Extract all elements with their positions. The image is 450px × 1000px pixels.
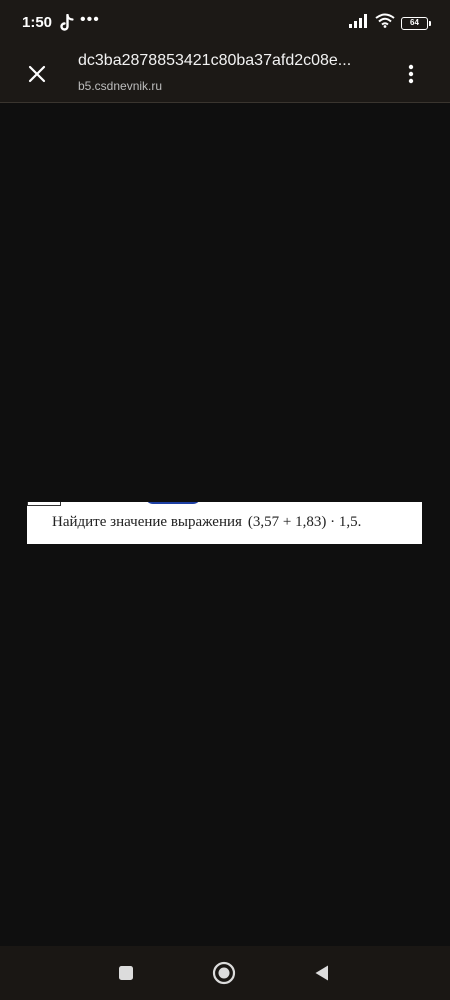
home-button[interactable] bbox=[211, 960, 237, 986]
back-button[interactable] bbox=[309, 960, 335, 986]
signal-icon bbox=[349, 13, 369, 33]
status-indicators: 64 bbox=[349, 13, 431, 33]
navigation-bar bbox=[0, 946, 450, 1000]
wifi-icon bbox=[375, 13, 395, 33]
cropped-box-fragment bbox=[27, 502, 61, 506]
close-icon bbox=[28, 65, 46, 83]
more-options-button[interactable] bbox=[396, 59, 426, 89]
problem-text: Найдите значение выражения bbox=[52, 514, 242, 530]
document-header: dc3ba2878853421c80ba37afd2c08e... b5.csd… bbox=[0, 46, 450, 103]
image-viewer[interactable]: Найдите значение выражения (3,57 + 1,83) … bbox=[0, 104, 450, 946]
problem-image[interactable]: Найдите значение выражения (3,57 + 1,83) … bbox=[27, 502, 422, 544]
notification-dots: ••• bbox=[80, 11, 100, 28]
battery-level: 64 bbox=[410, 18, 419, 27]
status-time: 1:50 bbox=[22, 14, 53, 31]
cropped-blue-fragment bbox=[145, 502, 201, 504]
status-bar: 1:50 ••• 64 bbox=[0, 0, 450, 46]
recents-button[interactable] bbox=[113, 960, 139, 986]
recents-square-icon bbox=[119, 966, 133, 980]
problem-statement: Найдите значение выражения (3,57 + 1,83) … bbox=[52, 514, 361, 531]
document-title: dc3ba2878853421c80ba37afd2c08e... bbox=[78, 52, 352, 69]
back-triangle-icon bbox=[315, 965, 328, 981]
close-button[interactable] bbox=[22, 59, 52, 89]
tiktok-icon bbox=[60, 13, 74, 32]
battery-icon: 64 bbox=[401, 16, 431, 30]
home-circle-icon bbox=[212, 961, 236, 985]
more-vert-icon bbox=[408, 64, 414, 84]
document-domain: b5.csdnevnik.ru bbox=[78, 79, 163, 93]
math-expression: (3,57 + 1,83) · 1,5. bbox=[247, 514, 362, 530]
